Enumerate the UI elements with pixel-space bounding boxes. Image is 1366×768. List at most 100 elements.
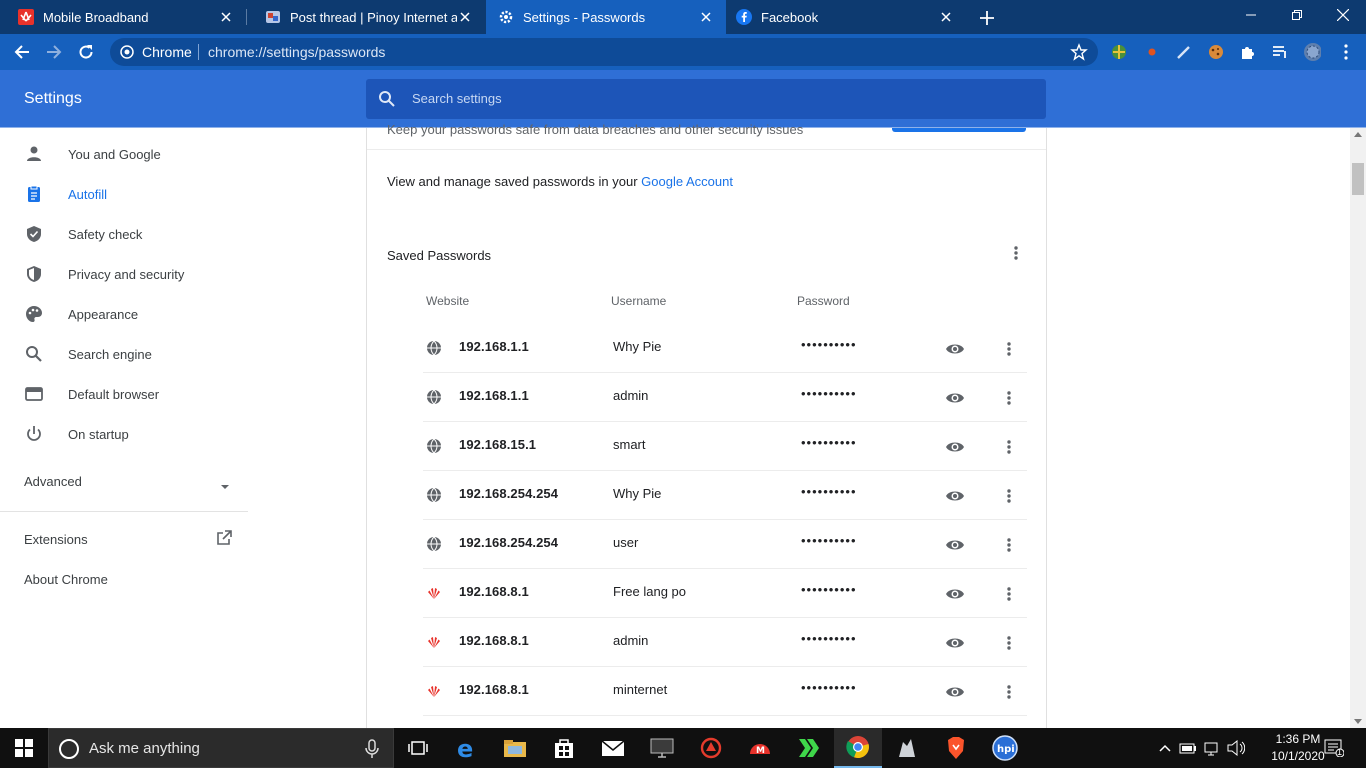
more-actions-icon[interactable]: [999, 388, 1019, 408]
menu-icon[interactable]: [1337, 43, 1355, 61]
task-view-icon[interactable]: [394, 728, 442, 768]
close-window-button[interactable]: [1320, 0, 1366, 30]
battery-icon[interactable]: [1178, 738, 1198, 758]
sidebar-item-safety-check[interactable]: Safety check: [24, 222, 142, 246]
search-placeholder: Search settings: [412, 91, 502, 106]
sidebar-item-autofill[interactable]: Autofill: [24, 182, 107, 206]
show-password-icon[interactable]: [945, 584, 965, 604]
new-tab-button[interactable]: [976, 7, 998, 29]
cortana-search-box[interactable]: Ask me anything: [48, 728, 394, 768]
file-explorer-icon[interactable]: [491, 728, 539, 768]
sidebar-item-default-browser[interactable]: Default browser: [24, 382, 159, 406]
password-row: 192.168.8.1 minternet ••••••••••: [423, 667, 1027, 716]
puzzle-icon[interactable]: [1239, 43, 1257, 61]
mail-icon[interactable]: [589, 728, 637, 768]
search-settings-input[interactable]: Search settings: [366, 79, 1046, 119]
chevron-up-icon[interactable]: [1155, 738, 1175, 758]
about-chrome-link[interactable]: About Chrome: [24, 572, 108, 587]
minimize-button[interactable]: [1228, 0, 1274, 30]
sidebar-item-privacy[interactable]: Privacy and security: [24, 262, 184, 286]
show-password-icon[interactable]: [945, 682, 965, 702]
wolf-app-icon[interactable]: [883, 728, 931, 768]
page-scrollbar[interactable]: [1350, 128, 1366, 728]
scroll-thumb[interactable]: [1352, 163, 1364, 195]
extension-globe-icon[interactable]: [1110, 43, 1128, 61]
website-cell: 192.168.254.254: [459, 535, 559, 550]
more-actions-icon[interactable]: [999, 535, 1019, 555]
avatar[interactable]: [1303, 43, 1321, 61]
sidebar-item-appearance[interactable]: Appearance: [24, 302, 138, 326]
restore-button[interactable]: [1274, 0, 1320, 30]
chrome-taskbar-icon[interactable]: [834, 728, 882, 768]
edge-icon[interactable]: e: [442, 728, 490, 768]
scroll-down-arrow[interactable]: [1354, 719, 1362, 724]
network-icon[interactable]: [1202, 738, 1222, 758]
arrow-app-icon[interactable]: [785, 728, 833, 768]
close-icon[interactable]: [698, 9, 714, 25]
taskbar-clock[interactable]: 1:36 PM 10/1/2020: [1268, 731, 1328, 765]
extension-pen-icon[interactable]: [1175, 43, 1193, 61]
sidebar-item-label: Safety check: [68, 226, 143, 242]
more-actions-icon[interactable]: [999, 584, 1019, 604]
tab-settings-passwords[interactable]: Settings - Passwords: [486, 0, 726, 34]
more-vert-icon[interactable]: [1006, 243, 1026, 263]
more-actions-icon[interactable]: [999, 486, 1019, 506]
volume-icon[interactable]: [1226, 738, 1246, 758]
globe-icon: [426, 389, 442, 405]
url-text[interactable]: chrome://settings/passwords: [208, 44, 385, 60]
forward-button[interactable]: [43, 41, 65, 63]
more-actions-icon[interactable]: [999, 682, 1019, 702]
extensions-link[interactable]: Extensions: [24, 530, 234, 547]
brave-icon[interactable]: [932, 728, 980, 768]
show-password-icon[interactable]: [945, 633, 965, 653]
close-icon[interactable]: [938, 9, 954, 25]
scroll-up-arrow[interactable]: [1354, 132, 1362, 137]
media-queue-icon[interactable]: [1271, 43, 1289, 61]
website-cell: 192.168.254.254: [459, 486, 559, 501]
extension-dot-icon[interactable]: [1143, 43, 1161, 61]
more-actions-icon[interactable]: [999, 437, 1019, 457]
clock-date: 10/1/2020: [1271, 749, 1325, 763]
tab-facebook[interactable]: Facebook: [726, 0, 966, 34]
monitor-app-icon[interactable]: [638, 728, 686, 768]
close-icon[interactable]: [218, 9, 234, 25]
show-password-icon[interactable]: [945, 535, 965, 555]
sidebar-item-on-startup[interactable]: On startup: [24, 422, 129, 446]
shield-check-icon: [24, 224, 44, 244]
show-password-icon[interactable]: [945, 388, 965, 408]
chrome-site-icon: [120, 45, 134, 59]
tab-post-thread[interactable]: Post thread | Pinoy Internet and T: [247, 0, 485, 34]
address-bar[interactable]: Chrome chrome://settings/passwords: [110, 38, 1098, 66]
google-account-link[interactable]: Google Account: [641, 174, 733, 189]
password-row: 192.168.254.254 user ••••••••••: [423, 520, 1027, 569]
reload-button[interactable]: [75, 41, 97, 63]
check-passwords-button[interactable]: [892, 128, 1026, 132]
sidebar-item-you-and-google[interactable]: You and Google: [24, 142, 161, 166]
show-password-icon[interactable]: [945, 486, 965, 506]
cookie-icon[interactable]: [1207, 43, 1225, 61]
show-password-icon[interactable]: [945, 437, 965, 457]
tab-title: Facebook: [761, 9, 819, 25]
antivirus-icon[interactable]: [687, 728, 735, 768]
sidebar-item-label: Privacy and security: [68, 266, 185, 282]
microphone-icon[interactable]: [365, 739, 379, 759]
password-cell: ••••••••••: [801, 680, 857, 695]
globe-icon: [426, 438, 442, 454]
palette-icon: [24, 304, 44, 324]
back-button[interactable]: [11, 41, 33, 63]
start-button[interactable]: [0, 728, 48, 768]
star-icon[interactable]: [1070, 43, 1088, 61]
tab-strip: Mobile Broadband Post thread | Pinoy Int…: [0, 0, 1366, 34]
more-actions-icon[interactable]: [999, 339, 1019, 359]
show-password-icon[interactable]: [945, 339, 965, 359]
hpi-app-icon[interactable]: hpi: [981, 728, 1029, 768]
store-icon[interactable]: [540, 728, 588, 768]
close-icon[interactable]: [457, 9, 473, 25]
tab-mobile-broadband[interactable]: Mobile Broadband: [0, 0, 246, 34]
svg-text:e: e: [457, 736, 473, 760]
huawei-modem-icon[interactable]: M: [736, 728, 784, 768]
cortana-icon: [59, 739, 79, 759]
sidebar-item-search-engine[interactable]: Search engine: [24, 342, 152, 366]
more-actions-icon[interactable]: [999, 633, 1019, 653]
advanced-toggle[interactable]: Advanced: [24, 474, 234, 489]
